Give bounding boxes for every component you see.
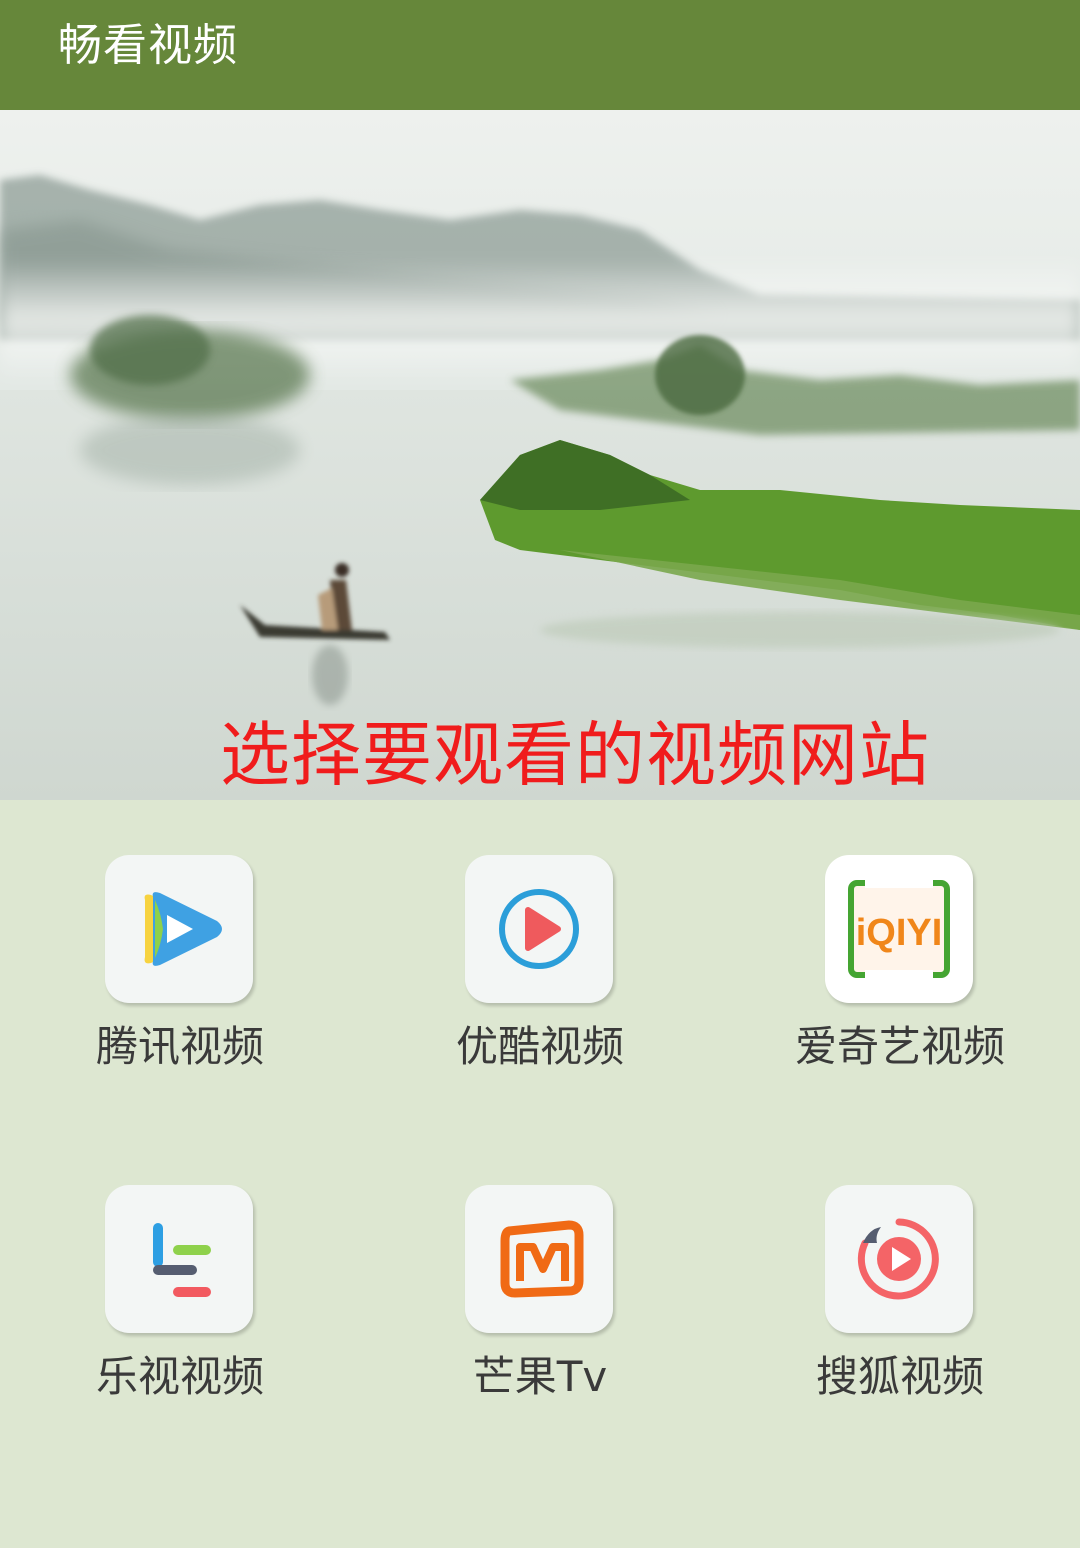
tencent-video-icon[interactable] xyxy=(105,855,253,1003)
site-tile-tencent[interactable]: 腾讯视频 xyxy=(30,800,330,1100)
site-label: 腾讯视频 xyxy=(95,1022,264,1071)
app-bar: 畅看视频 xyxy=(0,0,1080,110)
video-site-grid: 腾讯视频 优酷视频 iQIYI 爱奇艺视频 乐视视频 芒果Tv 搜狐视频 xyxy=(0,800,1080,1548)
site-label: 芒果Tv xyxy=(472,1352,608,1401)
sohu-video-icon[interactable] xyxy=(825,1185,973,1333)
app-title: 畅看视频 xyxy=(58,20,238,71)
site-tile-iqiyi[interactable]: iQIYI 爱奇艺视频 xyxy=(750,800,1050,1100)
site-label: 乐视视频 xyxy=(95,1352,264,1401)
iqiyi-icon[interactable]: iQIYI xyxy=(825,855,973,1003)
site-label: 搜狐视频 xyxy=(815,1352,984,1401)
mango-tv-icon[interactable] xyxy=(465,1185,613,1333)
banner-image: 选择要观看的视频网站 xyxy=(0,110,1080,800)
site-label: 爱奇艺视频 xyxy=(794,1022,1005,1071)
youku-icon[interactable] xyxy=(465,855,613,1003)
site-label: 优酷视频 xyxy=(455,1022,624,1071)
banner-caption: 选择要观看的视频网站 xyxy=(220,714,930,796)
site-tile-youku[interactable]: 优酷视频 xyxy=(390,800,690,1100)
site-tile-sohu[interactable]: 搜狐视频 xyxy=(750,1130,1050,1430)
site-tile-letv[interactable]: 乐视视频 xyxy=(30,1130,330,1430)
site-tile-mango-tv[interactable]: 芒果Tv xyxy=(390,1130,690,1430)
misty-lake-illustration xyxy=(0,110,1080,800)
svg-text:iQIYI: iQIYI xyxy=(856,912,943,954)
letv-icon[interactable] xyxy=(105,1185,253,1333)
